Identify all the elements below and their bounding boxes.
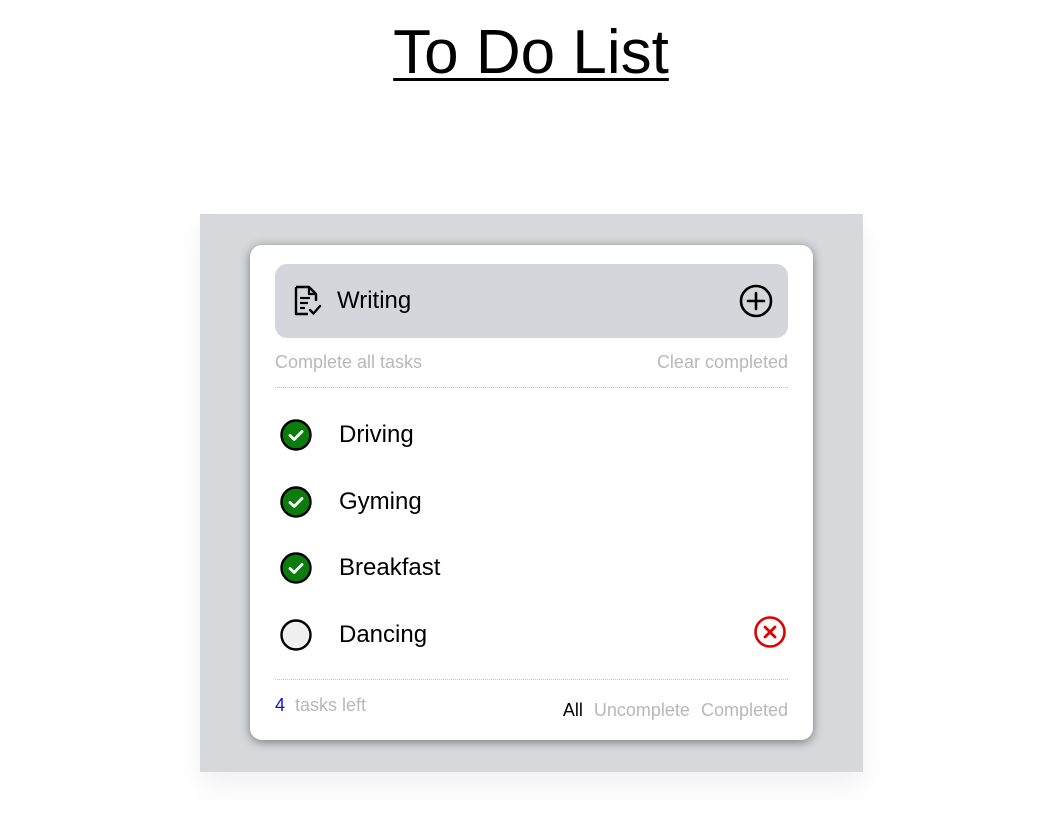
page-title: To Do List: [0, 18, 1062, 88]
checked-circle-icon[interactable]: [280, 552, 312, 584]
filter-group: All Uncomplete Completed: [557, 700, 788, 721]
task-label: Driving: [339, 421, 414, 448]
task-item: Breakfast: [275, 548, 788, 588]
document-check-icon: [294, 285, 322, 316]
tasks-left-label: tasks left: [295, 695, 367, 715]
new-task-input[interactable]: [337, 284, 717, 318]
todo-footer: 4 tasks left All Uncomplete Completed: [275, 693, 788, 723]
new-task-row: [275, 264, 788, 338]
task-label: Dancing: [339, 621, 428, 648]
delete-task-icon[interactable]: [753, 615, 787, 649]
filter-all[interactable]: All: [563, 700, 583, 720]
checked-circle-icon[interactable]: [280, 419, 312, 451]
top-divider: [275, 387, 788, 388]
clear-completed-button[interactable]: Clear completed: [657, 352, 788, 373]
bottom-divider: [275, 679, 788, 680]
filter-completed[interactable]: Completed: [701, 700, 788, 720]
task-item: Gyming: [275, 482, 788, 522]
task-item: Dancing: [275, 615, 788, 655]
checked-circle-icon[interactable]: [280, 486, 312, 518]
task-label: Breakfast: [339, 554, 441, 581]
unchecked-circle-icon[interactable]: [280, 619, 312, 651]
add-task-button[interactable]: [739, 284, 773, 318]
task-label: Gyming: [339, 488, 422, 515]
page-title-text: To Do List: [393, 18, 669, 87]
filter-uncomplete[interactable]: Uncomplete: [594, 700, 690, 720]
todo-card: Complete all tasks Clear completed Drivi…: [250, 245, 813, 740]
task-item: Driving: [275, 415, 788, 455]
bulk-actions: Complete all tasks Clear completed: [275, 352, 788, 374]
complete-all-button[interactable]: Complete all tasks: [275, 352, 422, 373]
tasks-left-count: 4: [275, 695, 286, 715]
